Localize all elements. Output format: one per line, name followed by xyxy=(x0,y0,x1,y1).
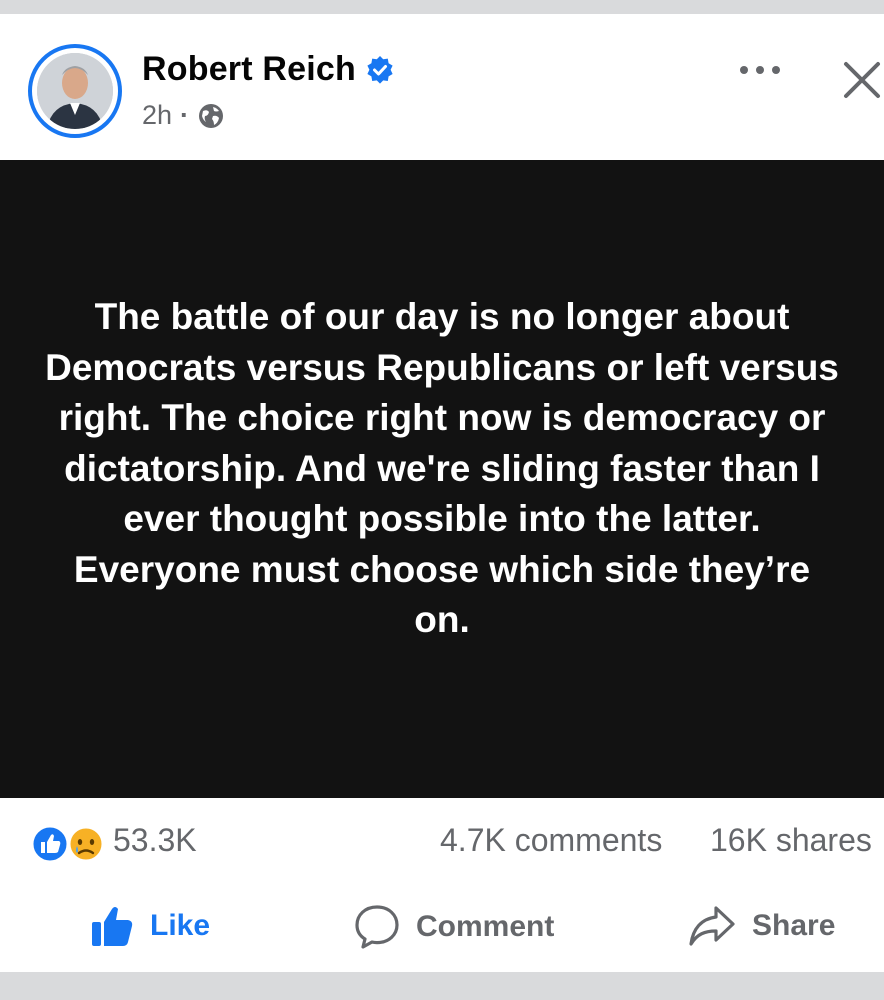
meta-separator: · xyxy=(180,100,190,130)
share-icon xyxy=(689,906,735,946)
shares-count[interactable]: 16K shares xyxy=(710,822,872,859)
verified-badge-icon xyxy=(367,55,393,84)
post-time[interactable]: 2h xyxy=(142,100,172,131)
comment-label: Comment xyxy=(416,910,555,943)
sad-reaction-icon xyxy=(67,825,105,863)
share-button[interactable]: Share xyxy=(688,904,835,948)
thumbs-up-icon xyxy=(92,907,133,946)
reaction-icons[interactable] xyxy=(30,824,106,864)
post-actions: Like Comment Share xyxy=(0,894,884,972)
post-header: Robert Reich 2h · xyxy=(0,14,884,160)
profile-picture xyxy=(37,53,113,129)
post-text: The battle of our day is no longer about… xyxy=(45,296,839,641)
like-label: Like xyxy=(150,909,211,942)
bottom-divider xyxy=(0,972,884,1000)
comment-button[interactable]: Comment xyxy=(354,904,554,950)
author-name[interactable]: Robert Reich xyxy=(142,50,356,89)
more-options-icon[interactable] xyxy=(738,60,782,80)
post-image[interactable]: The battle of our day is no longer about… xyxy=(0,160,884,798)
top-divider xyxy=(0,0,884,14)
avatar[interactable] xyxy=(28,44,122,138)
reaction-count[interactable]: 53.3K xyxy=(113,822,197,859)
post-stats: 53.3K 4.7K comments 16K shares xyxy=(0,798,884,894)
comment-icon xyxy=(355,905,399,949)
comments-count[interactable]: 4.7K comments xyxy=(440,822,662,859)
globe-icon xyxy=(199,103,224,128)
close-icon[interactable] xyxy=(842,60,882,100)
share-label: Share xyxy=(752,909,836,942)
like-reaction-icon xyxy=(30,824,70,864)
like-button[interactable]: Like xyxy=(90,904,210,948)
